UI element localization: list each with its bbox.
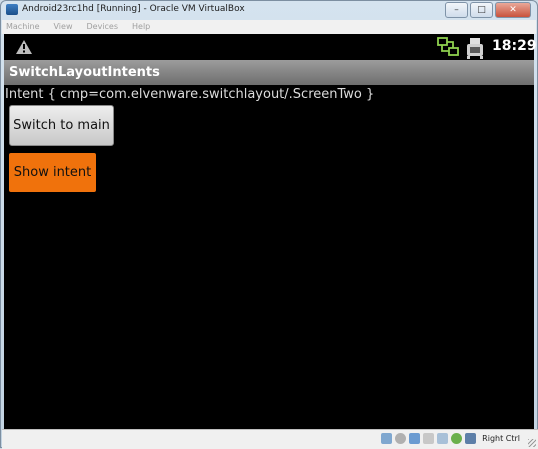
menu-help[interactable]: Help [132, 20, 150, 34]
virtualbox-window: Android23rc1hd [Running] - Oracle VM Vir… [0, 0, 538, 449]
usb-device-icon[interactable] [423, 433, 435, 444]
shared-folders-icon[interactable] [437, 433, 449, 444]
close-button[interactable]: ✕ [495, 2, 531, 18]
window-controls: – □ ✕ [445, 2, 531, 18]
menu-view[interactable]: View [54, 20, 73, 34]
android-screen[interactable]: 18:29 SwitchLayoutIntents Intent { cmp=c… [4, 34, 537, 429]
android-status-bar: 18:29 [4, 34, 537, 60]
app-title: SwitchLayoutIntents [9, 65, 160, 80]
menu-machine[interactable]: Machine [6, 20, 40, 34]
status-tray: Right Ctrl [381, 433, 520, 444]
host-status-bar: Right Ctrl [2, 429, 538, 449]
resize-grip[interactable] [528, 439, 536, 447]
menu-devices[interactable]: Devices [86, 20, 118, 34]
show-intent-button[interactable]: Show intent [9, 153, 96, 192]
network-icon [437, 37, 459, 56]
optical-drive-icon[interactable] [395, 433, 407, 444]
app-title-bar: SwitchLayoutIntents [4, 60, 534, 85]
virtualbox-app-icon [6, 4, 18, 15]
virtualization-icon[interactable] [451, 433, 463, 444]
hard-disk-icon[interactable] [381, 433, 393, 444]
mouse-integration-icon[interactable] [465, 433, 477, 444]
usb-icon [467, 38, 483, 59]
switch-to-main-button[interactable]: Switch to main [9, 105, 114, 146]
status-clock: 18:29 [492, 38, 537, 54]
minimize-button[interactable]: – [445, 2, 468, 18]
title-bar[interactable]: Android23rc1hd [Running] - Oracle VM Vir… [1, 1, 537, 19]
warning-icon [16, 40, 32, 54]
menu-bar: Machine View Devices Help [2, 20, 536, 34]
intent-text: Intent { cmp=com.elvenware.switchlayout/… [5, 87, 375, 102]
window-title: Android23rc1hd [Running] - Oracle VM Vir… [22, 4, 245, 14]
network-adapter-icon[interactable] [409, 433, 421, 444]
host-key-label: Right Ctrl [482, 434, 520, 443]
maximize-button[interactable]: □ [470, 2, 493, 18]
